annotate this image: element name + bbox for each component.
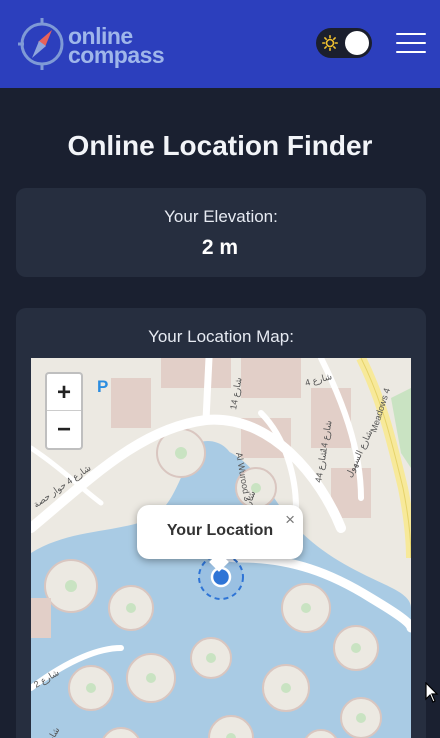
popup-text: Your Location xyxy=(166,522,274,539)
menu-bar-icon xyxy=(396,42,426,44)
elevation-value: 2 m xyxy=(201,236,239,259)
elevation-card: Your Elevation: xyxy=(16,188,426,277)
location-map[interactable]: Al Wurood 3 شارع 14 شارع 14 شارع 4 شارع … xyxy=(31,358,411,738)
site-logo[interactable]: online compass xyxy=(18,16,165,72)
sun-icon xyxy=(322,35,338,51)
parking-marker: P xyxy=(97,377,108,396)
map-label: Your Location Map: xyxy=(148,327,294,346)
elevation-label: Your Elevation: xyxy=(164,207,278,226)
popup-close-button[interactable]: × xyxy=(285,510,295,530)
zoom-in-button[interactable]: + xyxy=(47,374,81,411)
compass-icon xyxy=(18,18,64,70)
zoom-out-button[interactable]: − xyxy=(47,411,81,448)
menu-bar-icon xyxy=(396,51,426,53)
mouse-cursor-icon xyxy=(425,682,439,703)
theme-toggle[interactable] xyxy=(316,28,372,58)
menu-bar-icon xyxy=(396,33,426,35)
toggle-knob xyxy=(345,31,369,55)
zoom-control: + − xyxy=(45,372,83,450)
location-dot[interactable] xyxy=(210,566,232,588)
logo-text-line2: compass xyxy=(68,42,165,68)
hamburger-menu-button[interactable] xyxy=(396,33,426,55)
site-header: online compass xyxy=(0,0,440,88)
location-popup: Your Location × xyxy=(137,505,303,572)
page-title: Online Location Finder xyxy=(67,130,373,161)
